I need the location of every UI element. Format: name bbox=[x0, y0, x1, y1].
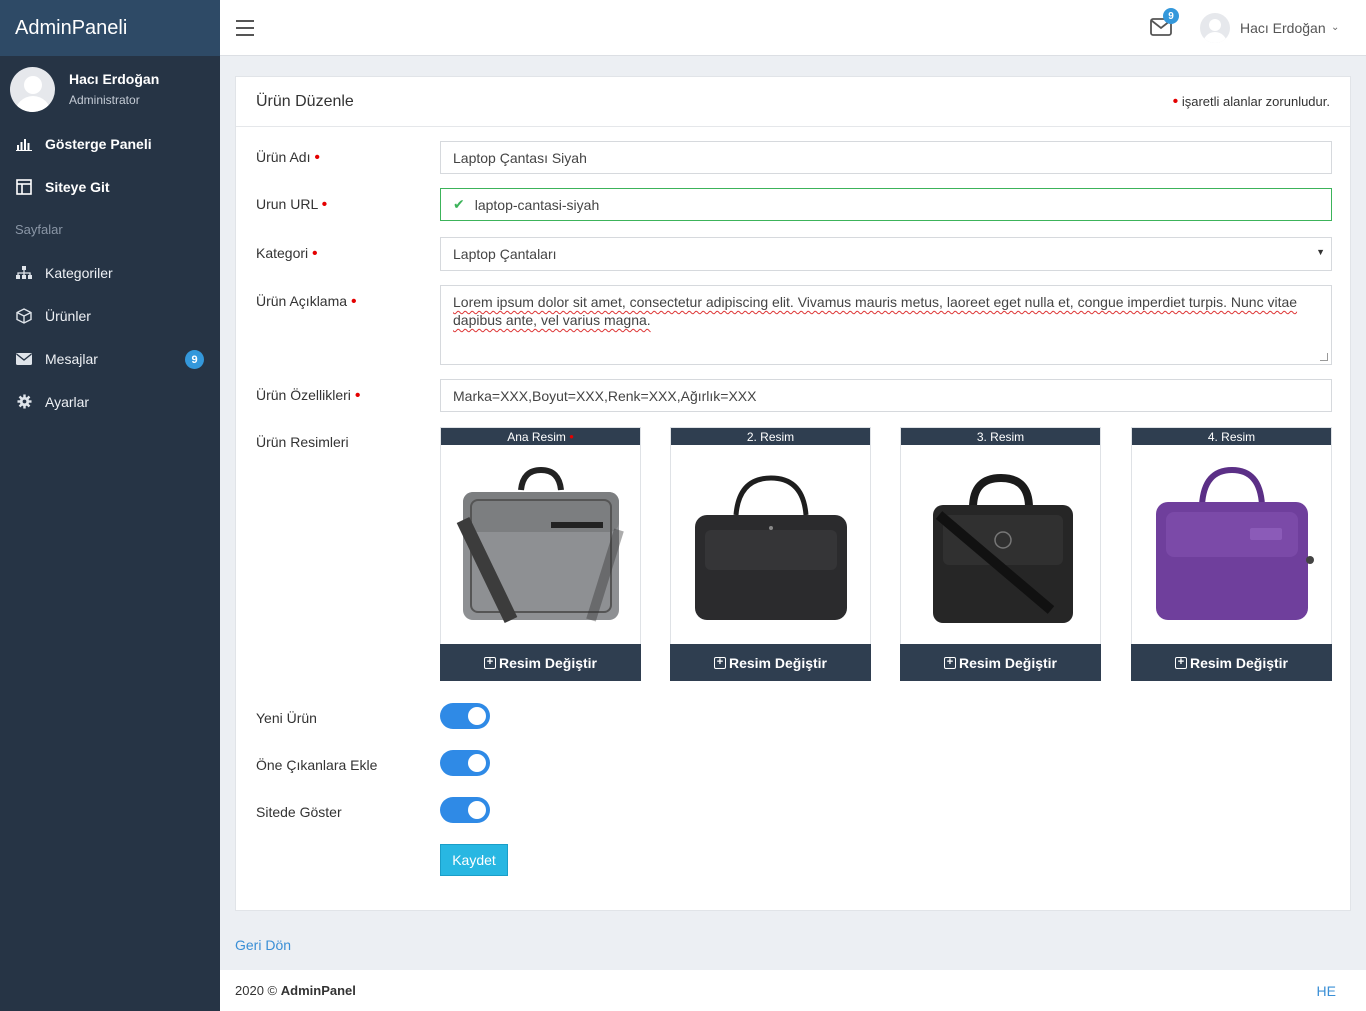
footer: 2020 © AdminPanel HE bbox=[220, 970, 1366, 1011]
sidebar-item-messages[interactable]: Mesajlar 9 bbox=[0, 337, 220, 380]
description-textarea[interactable]: Lorem ipsum dolor sit amet, consectetur … bbox=[440, 285, 1332, 365]
image-card-title: Ana Resim • bbox=[441, 428, 640, 445]
product-edit-panel: Ürün Düzenle • işaretli alanlar zorunlud… bbox=[235, 76, 1351, 911]
plus-square-icon: + bbox=[713, 656, 726, 669]
page-title: Ürün Düzenle bbox=[256, 92, 354, 110]
user-menu[interactable]: Hacı Erdoğan bbox=[1240, 20, 1326, 36]
sidebar-item-label: Mesajlar bbox=[45, 350, 98, 367]
features-input[interactable]: Marka=XXX,Boyut=XXX,Renk=XXX,Ağırlık=XXX bbox=[440, 379, 1332, 412]
caret-down-icon: ▼ bbox=[1316, 247, 1325, 257]
sidebar-item-products[interactable]: Ürünler bbox=[0, 294, 220, 337]
profile-name: Hacı Erdoğan bbox=[69, 71, 160, 87]
change-image-button[interactable]: + Resim Değiştir bbox=[1131, 644, 1332, 681]
save-button[interactable]: Kaydet bbox=[440, 844, 508, 876]
sidebar-item-label: Ayarlar bbox=[45, 393, 90, 410]
required-note: • işaretli alanlar zorunludur. bbox=[1172, 93, 1330, 110]
images-label: Ürün Resimleri bbox=[256, 434, 349, 450]
change-image-button[interactable]: + Resim Değiştir bbox=[670, 644, 871, 681]
product-url-input[interactable]: ✔ laptop-cantasi-siyah bbox=[440, 188, 1332, 221]
gear-icon bbox=[15, 394, 33, 410]
show-on-site-toggle[interactable] bbox=[440, 797, 490, 823]
product-image-3 bbox=[901, 445, 1100, 645]
back-link[interactable]: Geri Dön bbox=[235, 937, 291, 953]
featured-label: Öne Çıkanlara Ekle bbox=[256, 757, 378, 773]
new-product-label: Yeni Ürün bbox=[256, 710, 317, 726]
image-card-title: 3. Resim bbox=[901, 428, 1100, 445]
avatar[interactable] bbox=[1200, 13, 1230, 43]
image-card-3: 3. Resim + Resim Değiştir bbox=[900, 427, 1101, 681]
plus-square-icon: + bbox=[1174, 656, 1187, 669]
sidebar-item-go-to-site[interactable]: Siteye Git bbox=[0, 165, 220, 208]
sidebar-section-title: Sayfalar bbox=[15, 222, 63, 237]
mail-badge: 9 bbox=[1163, 8, 1179, 24]
sidebar-item-label: Ürünler bbox=[45, 307, 91, 324]
show-on-site-label: Sitede Göster bbox=[256, 804, 342, 820]
bar-chart-icon bbox=[15, 136, 33, 152]
profile-role: Administrator bbox=[69, 93, 140, 107]
footer-copyright: 2020 © AdminPanel bbox=[235, 983, 356, 998]
sidebar: AdminPaneli Hacı Erdoğan Administrator G… bbox=[0, 0, 220, 1011]
product-image-main bbox=[441, 445, 640, 645]
image-card-main: Ana Resim • + Resim Değiştir bbox=[440, 427, 641, 681]
sidebar-item-categories[interactable]: Kategoriler bbox=[0, 251, 220, 294]
sidebar-item-label: Siteye Git bbox=[45, 178, 110, 195]
category-label: Kategori • bbox=[256, 245, 318, 262]
sidebar-item-settings[interactable]: Ayarlar bbox=[0, 380, 220, 423]
product-name-label: Ürün Adı • bbox=[256, 149, 320, 166]
plus-square-icon: + bbox=[943, 656, 956, 669]
change-image-button[interactable]: + Resim Değiştir bbox=[440, 644, 641, 681]
product-image-4 bbox=[1132, 445, 1331, 645]
envelope-icon bbox=[15, 351, 33, 367]
top-bar: 9 Hacı Erdoğan ⌄ bbox=[220, 0, 1366, 56]
change-image-button[interactable]: + Resim Değiştir bbox=[900, 644, 1101, 681]
image-card-2: 2. Resim + Resim Değiştir bbox=[670, 427, 871, 681]
sidebar-item-label: Kategoriler bbox=[45, 264, 113, 281]
layout-icon bbox=[15, 178, 33, 195]
description-label: Ürün Açıklama • bbox=[256, 293, 357, 310]
image-card-title: 4. Resim bbox=[1132, 428, 1331, 445]
image-card-title: 2. Resim bbox=[671, 428, 870, 445]
featured-toggle[interactable] bbox=[440, 750, 490, 776]
product-name-input[interactable]: Laptop Çantası Siyah bbox=[440, 141, 1332, 174]
sitemap-icon bbox=[15, 265, 33, 281]
image-card-4: 4. Resim + Resim Değiştir bbox=[1131, 427, 1332, 681]
sidebar-item-dashboard[interactable]: Gösterge Paneli bbox=[0, 122, 220, 165]
sidebar-item-label: Gösterge Paneli bbox=[45, 135, 152, 152]
cube-icon bbox=[15, 307, 33, 324]
chevron-down-icon[interactable]: ⌄ bbox=[1331, 22, 1339, 33]
resize-handle[interactable] bbox=[1320, 353, 1328, 361]
messages-badge: 9 bbox=[185, 350, 204, 369]
sidebar-profile: Hacı Erdoğan Administrator bbox=[0, 56, 220, 122]
product-url-label: Urun URL • bbox=[256, 196, 328, 213]
avatar bbox=[10, 66, 55, 112]
product-image-2 bbox=[671, 445, 870, 645]
category-select[interactable]: Laptop Çantaları ▼ bbox=[440, 237, 1332, 271]
plus-square-icon: + bbox=[483, 656, 496, 669]
hamburger-menu-icon[interactable] bbox=[236, 20, 254, 36]
features-label: Ürün Özellikleri • bbox=[256, 387, 361, 404]
footer-right-link[interactable]: HE bbox=[1317, 983, 1336, 999]
check-icon: ✔ bbox=[453, 196, 465, 212]
brand-logo[interactable]: AdminPaneli bbox=[0, 0, 220, 56]
new-product-toggle[interactable] bbox=[440, 703, 490, 729]
